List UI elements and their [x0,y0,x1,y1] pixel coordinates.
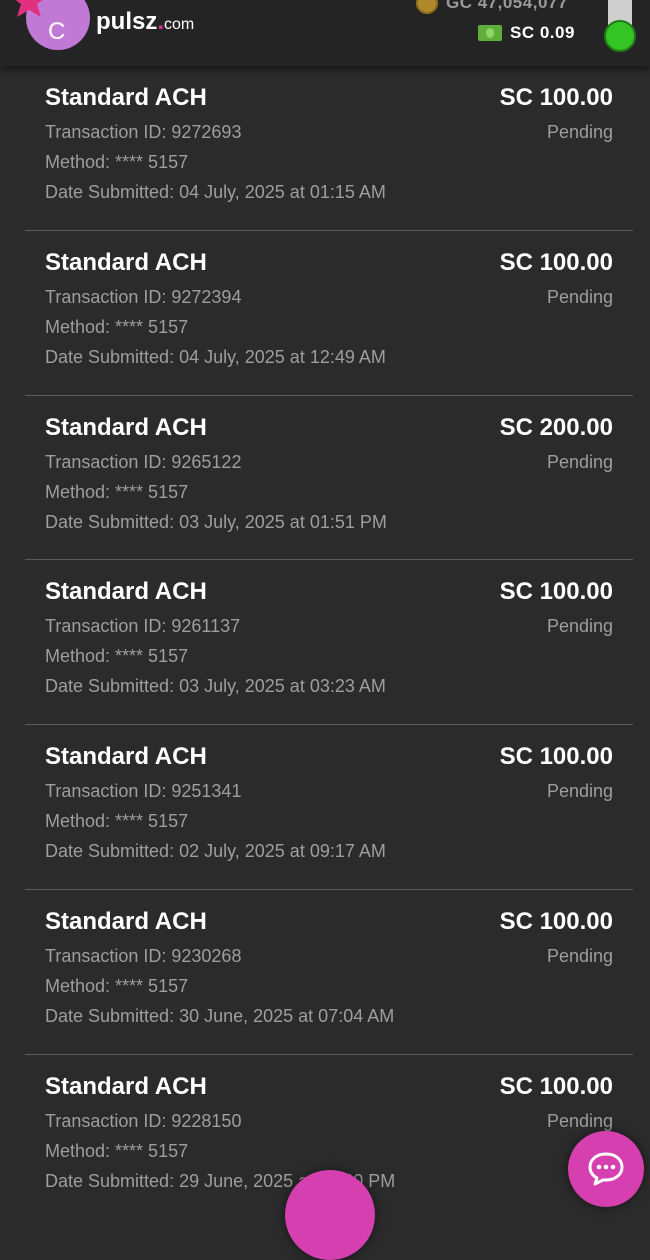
gc-balance-value: GC 47,054,077 [446,0,568,12]
transaction-method-title: Standard ACH [45,413,207,441]
transaction-method-title: Standard ACH [45,248,207,276]
chat-bubble-icon [588,1152,624,1186]
transaction-status: Pending [546,1110,613,1131]
transaction-id: Transaction ID: 9272693 [45,122,242,142]
pulsz-logo[interactable]: pulsz.com [96,8,194,36]
logo-dot: . [157,8,165,35]
transaction-item[interactable]: Standard ACH SC 100.00 Pending Transacti… [25,66,633,231]
transaction-status: Pending [546,451,613,472]
online-status-icon [604,20,636,52]
transaction-method-title: Standard ACH [45,743,207,771]
transaction-method-title: Standard ACH [45,1072,207,1100]
transaction-status: Pending [546,616,613,637]
transaction-id: Transaction ID: 9261137 [45,616,241,637]
transaction-item[interactable]: Standard ACH SC 100.00 Pending Transacti… [25,560,633,726]
center-action-button[interactable] [285,1170,375,1260]
transaction-status: Pending [546,945,613,966]
transaction-method-title: Standard ACH [45,907,207,935]
transaction-amount: SC 100.00 [499,907,613,935]
transaction-amount: SC 100.00 [499,578,613,606]
transaction-amount: SC 100.00 [499,84,613,111]
transaction-method-title: Standard ACH [45,578,207,606]
transaction-date: Date Submitted: 03 July, 2025 at 03:23 A… [45,676,386,697]
avatar-letter: C [48,18,66,45]
sweeps-coin-balance[interactable]: SC 0.09 [478,22,575,44]
transaction-payment-method: Method: **** 5157 [45,1140,189,1161]
transaction-id: Transaction ID: 9272394 [45,286,242,307]
chat-button[interactable] [568,1131,644,1207]
transaction-payment-method: Method: **** 5157 [45,481,189,502]
transaction-id: Transaction ID: 9251341 [45,781,242,802]
gold-coin-balance[interactable]: GC 47,054,077 [416,0,568,14]
transaction-list: Standard ACH SC 100.00 Pending Transacti… [25,66,633,1220]
transaction-payment-method: Method: **** 5157 [45,152,189,172]
transaction-date: Date Submitted: 03 July, 2025 at 01:51 P… [45,511,387,532]
transaction-item[interactable]: Standard ACH SC 100.00 Pending Transacti… [25,890,633,1055]
transaction-date: Date Submitted: 04 July, 2025 at 01:15 A… [45,182,386,202]
transaction-status: Pending [546,122,613,142]
transaction-payment-method: Method: **** 5157 [45,646,189,667]
logo-main: pulsz [96,8,158,35]
transaction-amount: SC 200.00 [499,413,613,441]
transaction-amount: SC 100.00 [499,1072,613,1100]
cash-bill-icon [478,25,502,41]
transaction-item[interactable]: Standard ACH SC 100.00 Pending Transacti… [25,231,633,396]
gold-coin-icon [416,0,438,14]
transaction-id: Transaction ID: 9228150 [45,1110,242,1131]
transaction-item[interactable]: Standard ACH SC 100.00 Pending Transacti… [25,725,633,890]
transaction-status: Pending [546,781,613,802]
transaction-id: Transaction ID: 9230268 [45,945,242,966]
transaction-date: Date Submitted: 04 July, 2025 at 12:49 A… [45,346,386,367]
transaction-amount: SC 100.00 [499,248,613,276]
top-header: C 300 pulsz.com GC 47,054,077 SC 0.09 [0,0,650,66]
transaction-payment-method: Method: **** 5157 [45,316,189,337]
logo-suffix: com [164,16,195,33]
transaction-payment-method: Method: **** 5157 [45,811,189,832]
sc-balance-value: SC 0.09 [510,23,575,42]
transaction-id: Transaction ID: 9265122 [45,451,242,472]
transaction-item[interactable]: Standard ACH SC 200.00 Pending Transacti… [25,396,633,561]
transaction-payment-method: Method: **** 5157 [45,975,189,996]
transaction-amount: SC 100.00 [499,743,613,771]
transaction-date: Date Submitted: 02 July, 2025 at 09:17 A… [45,841,386,862]
transaction-method-title: Standard ACH [45,84,207,111]
transaction-date: Date Submitted: 30 June, 2025 at 07:04 A… [45,1005,395,1026]
star-badge-icon: 300 [8,0,50,18]
transaction-status: Pending [546,286,613,307]
